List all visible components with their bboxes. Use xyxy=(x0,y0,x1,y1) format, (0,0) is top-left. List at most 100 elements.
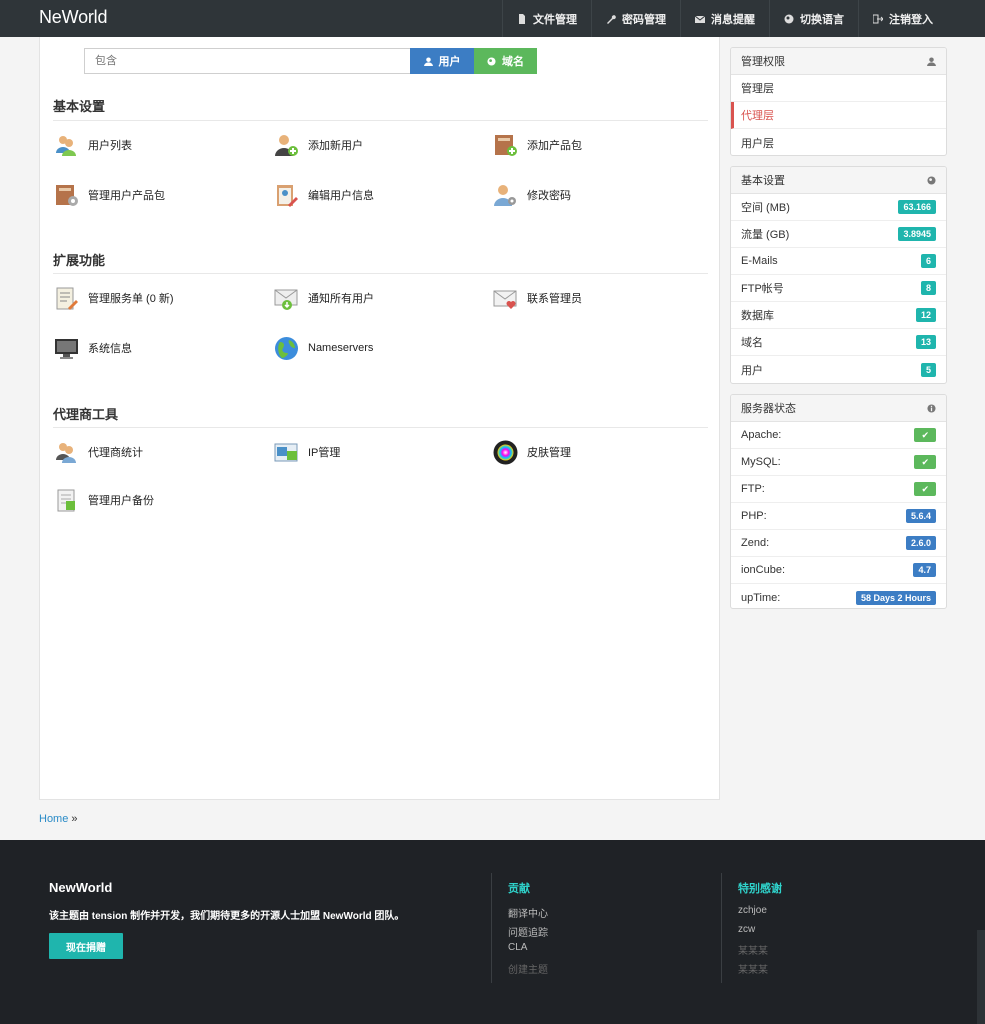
tool-add-user[interactable]: 添加新用户 xyxy=(274,132,363,158)
edit-user-icon xyxy=(277,184,298,207)
breadcrumb-separator: » xyxy=(71,813,78,825)
tool-user-list[interactable]: 用户列表 xyxy=(54,132,132,158)
server-row-mysql: MySQL: ✔ xyxy=(731,449,946,476)
add-package-icon xyxy=(495,134,517,156)
monitor-icon xyxy=(55,338,78,359)
top-navbar: NeWorld 文件管理 密码管理 消息提醒 切换语言 注销登入 xyxy=(0,0,985,37)
uptime-badge: 58 Days 2 Hours xyxy=(855,590,936,605)
server-row-ioncube: ionCube: 4.7 xyxy=(731,557,946,584)
server-label: FTP: xyxy=(741,483,765,495)
search-user-button[interactable]: 用户 xyxy=(410,48,474,74)
tool-label: 添加产品包 xyxy=(527,140,582,152)
panel-server-status: 服务器状态 Apache: ✔ MySQL: ✔ FTP: ✔ PHP: 5.6.4 Z… xyxy=(730,394,947,609)
nav-language[interactable]: 切换语言 xyxy=(769,0,858,37)
tool-skin-manager[interactable]: 皮肤管理 xyxy=(493,439,571,465)
stat-row-disk: 空间 (MB) 63.166 xyxy=(731,194,946,221)
tool-reseller-stats[interactable]: 代理商统计 xyxy=(54,439,143,465)
server-row-zend: Zend: 2.6.0 xyxy=(731,530,946,557)
footer-thanks-name[interactable]: zchjoe xyxy=(738,905,782,924)
server-label: upTime: xyxy=(741,591,781,604)
search-domain-button[interactable]: 域名 xyxy=(474,48,537,74)
backup-icon xyxy=(57,489,75,511)
panel-header: 服务器状态 xyxy=(731,395,946,422)
nav-menu: 文件管理 密码管理 消息提醒 切换语言 注销登入 xyxy=(502,0,947,37)
tool-add-package[interactable]: 添加产品包 xyxy=(493,132,582,158)
globe-icon xyxy=(487,56,496,66)
breadcrumb-home-link[interactable]: Home xyxy=(39,813,68,825)
brand-logo[interactable]: NeWorld xyxy=(39,7,107,28)
stat-label: 数据库 xyxy=(741,310,774,322)
donate-button[interactable]: 现在捐赠 xyxy=(49,933,123,959)
footer: NewWorld 该主题由 tension 制作并开发，我们期待更多的开源人士加… xyxy=(0,840,985,1024)
tool-manage-user-backups[interactable]: 管理用户备份 xyxy=(54,487,154,513)
nav-logout[interactable]: 注销登入 xyxy=(858,0,947,37)
access-level-user[interactable]: 用户层 xyxy=(731,129,946,155)
scrollbar-track[interactable] xyxy=(977,930,985,1024)
stat-label: E-Mails xyxy=(741,255,778,267)
tool-ip-management[interactable]: IP管理 xyxy=(274,439,340,465)
check-icon: ✔ xyxy=(914,482,936,496)
tool-change-password[interactable]: 修改密码 xyxy=(493,182,571,208)
tool-label: 代理商统计 xyxy=(88,447,143,459)
footer-thanks-name[interactable]: 某某某 xyxy=(738,961,782,980)
tool-contact-admin[interactable]: 联系管理员 xyxy=(493,285,582,311)
footer-brand: NewWorld xyxy=(49,880,113,895)
footer-col-thanks: 特别感谢 zchjoe zcw 某某某 某某某 xyxy=(721,873,782,983)
nav-file-manager-label: 文件管理 xyxy=(533,13,577,26)
nav-file-manager[interactable]: 文件管理 xyxy=(502,0,591,37)
version-badge: 4.7 xyxy=(913,563,936,577)
footer-description: 该主题由 tension 制作并开发，我们期待更多的开源人士加盟 NewWorl… xyxy=(49,911,405,922)
stat-label: FTP帐号 xyxy=(741,283,784,295)
stat-label: 流量 (GB) xyxy=(741,229,790,241)
tool-nameservers[interactable]: Nameservers xyxy=(274,335,373,361)
footer-thanks-name[interactable]: zcw xyxy=(738,924,782,943)
panel-title: 管理权限 xyxy=(741,56,785,68)
access-level-admin[interactable]: 管理层 xyxy=(731,75,946,102)
logout-icon xyxy=(873,14,883,23)
users-stats-icon xyxy=(56,442,76,463)
tool-system-info[interactable]: 系统信息 xyxy=(54,335,132,361)
tool-notify-all-users[interactable]: 通知所有用户 xyxy=(274,285,374,311)
nav-messages[interactable]: 消息提醒 xyxy=(680,0,769,37)
section-title-basic: 基本设置 xyxy=(53,99,106,114)
server-label: ionCube: xyxy=(741,564,786,576)
server-row-php: PHP: 5.6.4 xyxy=(731,503,946,530)
tool-label: 管理服务单 (0 新) xyxy=(88,293,174,305)
section-divider xyxy=(53,120,708,121)
mail-heart-icon xyxy=(493,290,517,309)
user-icon xyxy=(423,56,433,66)
stat-row-databases: 数据库 12 xyxy=(731,302,946,329)
tool-label: 系统信息 xyxy=(88,343,132,355)
panel-title: 服务器状态 xyxy=(741,403,796,415)
panel-header: 基本设置 xyxy=(731,167,946,194)
server-label: Zend: xyxy=(741,537,770,549)
section-divider xyxy=(53,427,708,428)
access-level-reseller[interactable]: 代理层 xyxy=(731,102,946,129)
nav-password-manager[interactable]: 密码管理 xyxy=(591,0,680,37)
footer-col-title: 贡献 xyxy=(508,883,530,895)
server-row-ftp: FTP: ✔ xyxy=(731,476,946,503)
stat-badge: 12 xyxy=(915,308,936,322)
check-icon: ✔ xyxy=(914,428,936,442)
ticket-icon xyxy=(56,287,78,310)
stat-badge: 3.8945 xyxy=(898,227,936,241)
stat-badge: 8 xyxy=(920,281,936,295)
panel-title: 基本设置 xyxy=(741,175,785,187)
footer-link-create-theme[interactable]: 创建主题 xyxy=(508,961,548,980)
search-user-label: 用户 xyxy=(438,56,461,68)
stat-label: 空间 (MB) xyxy=(741,202,790,214)
tool-edit-user-info[interactable]: 编辑用户信息 xyxy=(274,182,374,208)
footer-thanks-name[interactable]: 某某某 xyxy=(738,942,782,961)
tool-manage-user-packages[interactable]: 管理用户产品包 xyxy=(54,182,165,208)
tool-label: IP管理 xyxy=(308,447,341,459)
stat-label: 域名 xyxy=(741,337,763,349)
tool-manage-tickets[interactable]: 管理服务单 (0 新) xyxy=(54,285,174,311)
version-badge: 5.6.4 xyxy=(905,509,936,523)
footer-link-translate[interactable]: 翻译中心 xyxy=(508,905,548,924)
search-input[interactable] xyxy=(84,48,410,74)
footer-link-issues[interactable]: 问题追踪 xyxy=(508,924,548,943)
footer-link-cla[interactable]: CLA xyxy=(508,942,548,961)
search-domain-label: 域名 xyxy=(502,56,524,68)
users-icon xyxy=(56,135,76,156)
color-wheel-icon xyxy=(493,440,518,464)
